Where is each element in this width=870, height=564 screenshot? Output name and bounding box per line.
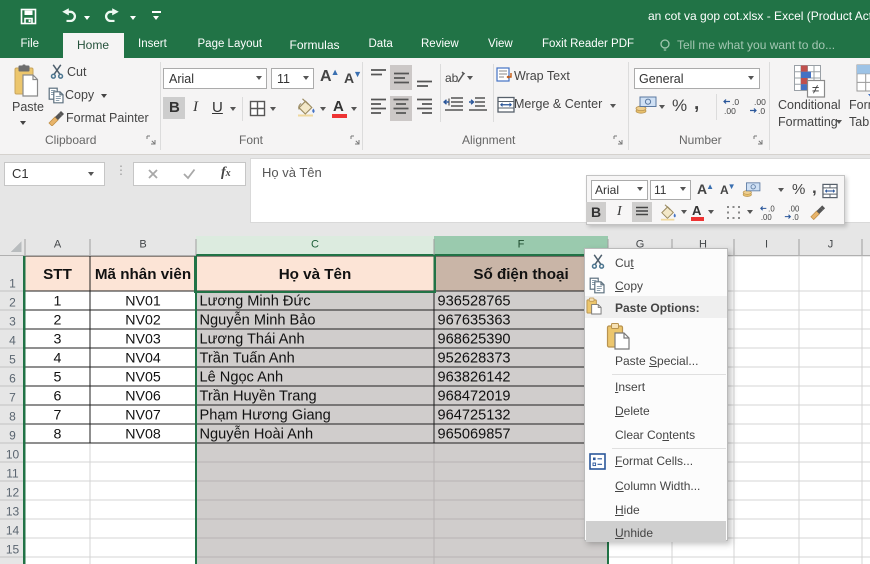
svg-text:NV01: NV01 [125, 294, 161, 310]
svg-text:2: 2 [54, 313, 62, 329]
svg-text:J: J [828, 239, 834, 251]
svg-text:968625390: 968625390 [438, 332, 511, 348]
svg-text:≠: ≠ [812, 82, 819, 97]
svg-text:3: 3 [54, 332, 62, 348]
svg-text:6: 6 [54, 389, 62, 405]
svg-text:11: 11 [6, 467, 19, 481]
svg-text:4: 4 [9, 334, 16, 348]
svg-text:NV07: NV07 [125, 408, 161, 424]
svg-text:12: 12 [6, 486, 20, 500]
svg-text:967635363: 967635363 [438, 313, 511, 329]
svg-text:Nguyễn Minh Bảo: Nguyễn Minh Bảo [200, 312, 316, 329]
svg-text:952628373: 952628373 [438, 351, 511, 367]
svg-text:3: 3 [9, 315, 16, 329]
svg-text:F: F [518, 239, 525, 251]
svg-text:Trần Huyền Trang: Trần Huyền Trang [200, 389, 317, 405]
svg-text:NV03: NV03 [125, 332, 161, 348]
svg-text:Họ và Tên: Họ và Tên [279, 266, 352, 283]
svg-text:5: 5 [9, 353, 16, 367]
svg-text:936528765: 936528765 [438, 294, 511, 310]
svg-text:1: 1 [54, 294, 62, 310]
svg-text:15: 15 [6, 543, 20, 557]
svg-text:9: 9 [9, 429, 16, 443]
svg-text:A: A [54, 239, 62, 251]
svg-text:13: 13 [6, 505, 20, 519]
svg-text:Trần Tuấn Anh: Trần Tuấn Anh [200, 351, 295, 367]
svg-text:1: 1 [9, 277, 16, 291]
svg-text:2: 2 [9, 296, 16, 310]
svg-text:NV05: NV05 [125, 370, 161, 386]
svg-text:968472019: 968472019 [438, 389, 511, 405]
svg-text:NV08: NV08 [125, 427, 161, 443]
svg-text:Số điện thoại: Số điện thoại [473, 266, 568, 283]
svg-text:Lê Ngọc Anh: Lê Ngọc Anh [200, 370, 284, 386]
svg-text:.00: .00 [724, 106, 736, 115]
svg-text:ab: ab [445, 71, 459, 85]
svg-text:STT: STT [43, 266, 72, 283]
svg-text:8: 8 [54, 427, 62, 443]
svg-text:7: 7 [9, 391, 16, 405]
svg-text:5: 5 [54, 370, 62, 386]
svg-text:NV02: NV02 [125, 313, 161, 329]
svg-text:I: I [765, 239, 768, 251]
svg-text:7: 7 [54, 408, 62, 424]
svg-text:964725132: 964725132 [438, 408, 511, 424]
svg-text:B: B [139, 239, 146, 251]
svg-text:4: 4 [54, 351, 62, 367]
svg-text:NV06: NV06 [125, 389, 161, 405]
svg-text:.0: .0 [758, 106, 765, 115]
svg-text:Nguyễn Hoài Anh: Nguyễn Hoài Anh [200, 426, 314, 443]
svg-text:.00: .00 [761, 213, 772, 221]
svg-text:C: C [311, 239, 319, 251]
svg-text:NV04: NV04 [125, 351, 161, 367]
svg-text:14: 14 [6, 524, 20, 538]
svg-text:.0: .0 [792, 213, 799, 221]
svg-text:Mã nhân viên: Mã nhân viên [95, 266, 191, 283]
svg-text:10: 10 [6, 448, 20, 462]
svg-text:Phạm Hương Giang: Phạm Hương Giang [200, 408, 331, 424]
svg-text:Lương Thái Anh: Lương Thái Anh [200, 332, 305, 348]
svg-text:963826142: 963826142 [438, 370, 511, 386]
svg-text:8: 8 [9, 410, 16, 424]
svg-text:6: 6 [9, 372, 16, 386]
svg-text:Lương Minh Đức: Lương Minh Đức [200, 294, 311, 310]
svg-text:965069857: 965069857 [438, 427, 511, 443]
